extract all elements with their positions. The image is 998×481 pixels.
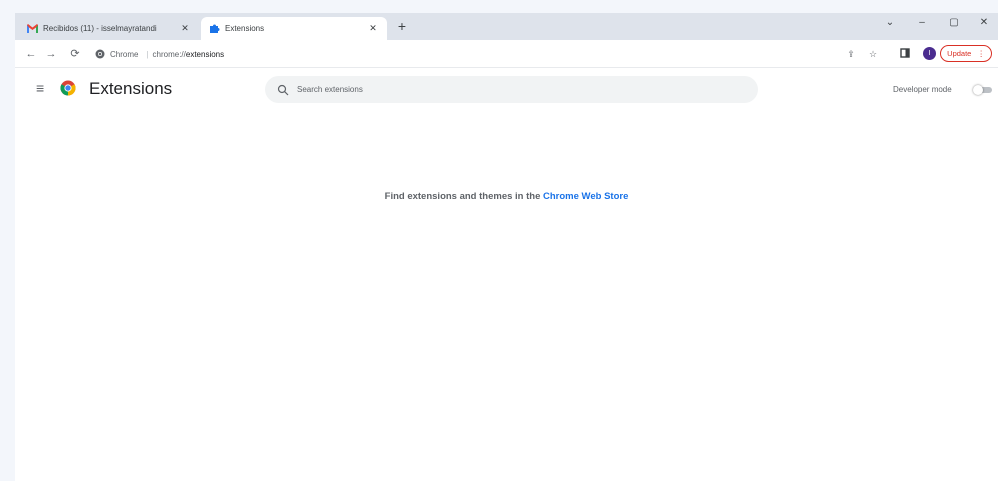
gmail-icon	[27, 23, 38, 34]
developer-mode-toggle[interactable]	[973, 85, 993, 95]
page-title: Extensions	[89, 79, 173, 98]
browser-toolbar: ← → ⟳ Chrome | chrome://extensions ⇪ ☆ I	[15, 40, 998, 68]
chrome-logo-icon	[60, 80, 76, 96]
tab-strip: Recibidos (11) - isselmayratandi ✕ Exten…	[15, 13, 998, 40]
empty-state-message: Find extensions and themes in the Chrome…	[15, 191, 998, 202]
update-label: Update	[947, 49, 972, 58]
empty-message-lead: Find extensions and themes in the	[384, 191, 541, 202]
profile-avatar[interactable]: I	[923, 47, 936, 60]
minimize-button[interactable]: –	[913, 17, 931, 28]
url-scheme: chrome://	[152, 49, 186, 59]
extensions-header: ≡ Extensions Developer mode	[15, 68, 998, 112]
reload-icon[interactable]: ⟳	[67, 46, 83, 62]
back-arrow-icon[interactable]: ←	[23, 46, 39, 62]
search-input[interactable]	[297, 85, 758, 94]
url-text: chrome://extensions	[153, 50, 225, 59]
share-icon[interactable]: ⇪	[845, 48, 857, 60]
update-button[interactable]: Update ⋮	[940, 45, 992, 62]
puzzle-icon	[209, 23, 220, 34]
chrome-web-store-link[interactable]: Chrome Web Store	[543, 191, 628, 202]
tab-gmail[interactable]: Recibidos (11) - isselmayratandi ✕	[19, 17, 199, 40]
maximize-button[interactable]: ▢	[945, 17, 963, 28]
side-panel-icon[interactable]	[899, 48, 911, 60]
tab-title: Extensions	[225, 24, 265, 33]
hamburger-menu-icon[interactable]: ≡	[36, 81, 44, 95]
tab-title: Recibidos (11) - isselmayratandi	[43, 24, 157, 33]
browser-window: Recibidos (11) - isselmayratandi ✕ Exten…	[15, 13, 998, 481]
omnibox-separator: |	[146, 49, 149, 59]
chrome-small-icon	[95, 49, 105, 59]
address-bar[interactable]: Chrome | chrome://extensions	[95, 44, 825, 64]
site-chip[interactable]: Chrome	[95, 49, 138, 59]
search-icon	[277, 84, 289, 95]
more-menu-icon: ⋮	[977, 49, 985, 58]
close-window-button[interactable]: ✕	[975, 17, 993, 28]
site-label: Chrome	[110, 49, 139, 59]
bookmark-star-icon[interactable]: ☆	[867, 48, 879, 60]
tab-search-icon[interactable]: ⌄	[881, 17, 899, 28]
tab-close-icon[interactable]: ✕	[179, 23, 191, 34]
toggle-knob	[973, 85, 983, 95]
tab-extensions[interactable]: Extensions ✕	[201, 17, 387, 40]
new-tab-button[interactable]: +	[393, 18, 411, 34]
search-box[interactable]	[265, 76, 758, 103]
forward-arrow-icon[interactable]: →	[43, 46, 59, 62]
tab-close-icon[interactable]: ✕	[367, 23, 379, 34]
developer-mode-label: Developer mode	[893, 85, 952, 94]
url-path: extensions	[185, 49, 225, 59]
